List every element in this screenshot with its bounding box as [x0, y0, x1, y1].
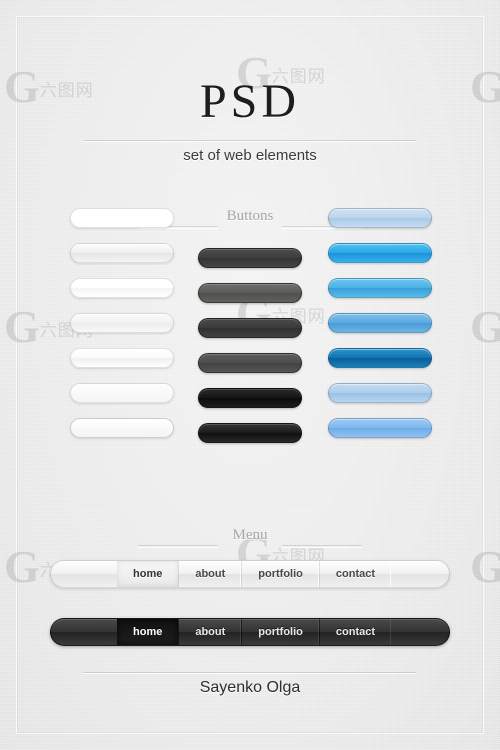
button-blue-4[interactable]: [328, 313, 432, 333]
menu-section-rule-right: [282, 545, 362, 547]
button-dark-6[interactable]: [198, 423, 302, 443]
menu-dark-item-about[interactable]: about: [178, 619, 241, 645]
button-column-white: [70, 208, 174, 453]
footer-divider: [84, 672, 416, 673]
button-dark-5[interactable]: [198, 388, 302, 408]
watermark: G六图网: [470, 301, 500, 352]
button-white-1[interactable]: [70, 208, 174, 228]
watermark: G六图网: [470, 541, 500, 592]
button-white-2[interactable]: [70, 243, 174, 263]
menu-section-rule-left: [138, 545, 218, 547]
footer: Sayenko Olga: [84, 672, 416, 697]
button-white-4[interactable]: [70, 313, 174, 333]
button-dark-3[interactable]: [198, 318, 302, 338]
button-dark-4[interactable]: [198, 353, 302, 373]
menu-dark-item-home[interactable]: home: [117, 619, 179, 645]
menu-light[interactable]: home about portfolio contact: [50, 560, 450, 588]
button-blue-2[interactable]: [328, 243, 432, 263]
button-white-6[interactable]: [70, 383, 174, 403]
subtitle-block: set of web elements: [84, 140, 416, 164]
page-title: PSD: [199, 75, 301, 128]
menu-dark-item-portfolio[interactable]: portfolio: [241, 619, 319, 645]
button-blue-3[interactable]: [328, 278, 432, 298]
button-white-7[interactable]: [70, 418, 174, 438]
menu-light-item-home[interactable]: home: [117, 561, 179, 587]
page-content: G六图网G六图网G六图网G六图网G六图网G六图网G六图网G六图网G六图网 PSD…: [0, 0, 500, 750]
button-blue-1[interactable]: [328, 208, 432, 228]
menu-dark-item-contact[interactable]: contact: [318, 619, 391, 645]
subtitle-divider: [84, 140, 416, 141]
menu-light-items: home about portfolio contact: [117, 561, 391, 587]
button-blue-7[interactable]: [328, 418, 432, 438]
button-column-dark: [198, 248, 302, 458]
menu-dark-items: home about portfolio contact: [117, 619, 391, 645]
button-blue-5[interactable]: [328, 348, 432, 368]
buttons-section-label: Buttons: [226, 208, 274, 224]
page-subtitle: set of web elements: [183, 147, 317, 164]
button-blue-6[interactable]: [328, 383, 432, 403]
menu-light-item-contact[interactable]: contact: [318, 561, 391, 587]
button-white-5[interactable]: [70, 348, 174, 368]
button-dark-1[interactable]: [198, 248, 302, 268]
menu-light-item-portfolio[interactable]: portfolio: [241, 561, 319, 587]
menu-light-item-about[interactable]: about: [178, 561, 241, 587]
menu-section-label: Menu: [232, 527, 268, 543]
button-dark-2[interactable]: [198, 283, 302, 303]
author-name: Sayenko Olga: [199, 679, 301, 696]
button-white-3[interactable]: [70, 278, 174, 298]
button-column-blue: [328, 208, 432, 453]
menu-dark[interactable]: home about portfolio contact: [50, 618, 450, 646]
